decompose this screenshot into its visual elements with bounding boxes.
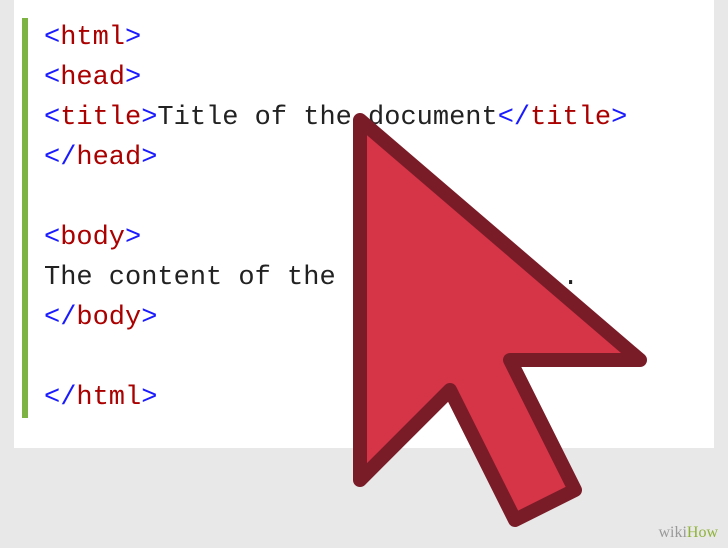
code-line: <title>Title of the document</title>: [44, 98, 627, 138]
code-line: The content of the document......: [44, 258, 627, 298]
watermark-suffix: How: [687, 524, 718, 541]
code-line: </html>: [44, 378, 627, 418]
code-line: <html>: [44, 18, 627, 58]
code-line: [44, 178, 627, 218]
watermark-prefix: wiki: [658, 524, 686, 541]
code-line: </head>: [44, 138, 627, 178]
code-line: </body>: [44, 298, 627, 338]
code-line: [44, 338, 627, 378]
code-line: <head>: [44, 58, 627, 98]
watermark: wikiHow: [658, 524, 718, 542]
code-line: <body>: [44, 218, 627, 258]
gutter-stripe: [22, 18, 28, 418]
code-block: <html><head><title>Title of the document…: [44, 18, 627, 418]
code-page: <html><head><title>Title of the document…: [14, 0, 714, 448]
